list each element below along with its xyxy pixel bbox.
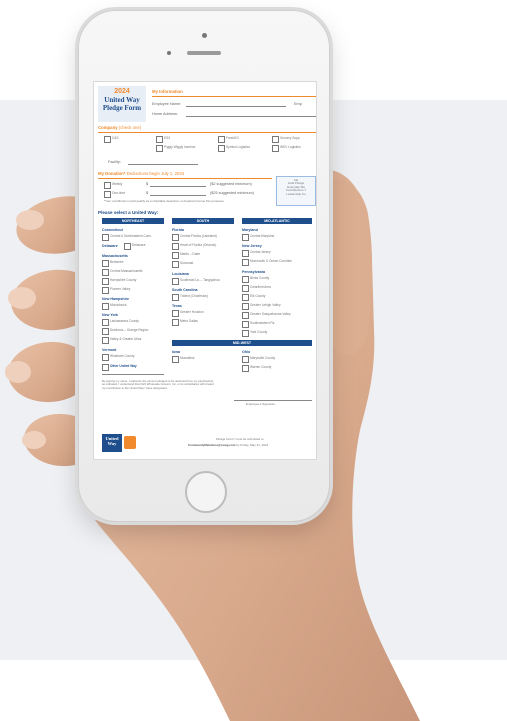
submit-email[interactable]: CommunityRelations@cswg.com (188, 443, 235, 447)
submit-instruction: Pledge forms* must be submitted to (216, 437, 264, 441)
region-massachusetts: Massachusetts (102, 254, 128, 258)
region-maryland: Maryland (242, 228, 258, 232)
donation-rule (98, 178, 272, 179)
company-heading: Company (check one) (98, 125, 142, 130)
select-united-way-heading: Please select a United Way: (98, 210, 159, 215)
weekly-amount: $ (146, 182, 149, 186)
column-midwest: MID-WEST (172, 340, 312, 346)
section-rule (152, 96, 316, 97)
region-iowa: Iowa (172, 350, 180, 354)
home-address-label: Home Address: (152, 112, 178, 116)
weekly-amount-field[interactable] (150, 186, 206, 187)
form-year: 2024 (114, 88, 130, 95)
employee-number-label: Emp (294, 102, 302, 106)
region-new-hampshire: New Hampshire (102, 297, 129, 301)
giving-levels-box: CE Gold Pledge Everyday Ma Contributions… (276, 176, 316, 206)
onetime-amount-field[interactable] (150, 195, 206, 196)
onetime-minimum: ($25 suggested minimum) (210, 191, 254, 195)
smartphone: 2024 United Way Pledge Form My Informati… (78, 10, 330, 522)
signature-label: Employee's Signature (246, 402, 276, 406)
form-title: United Way Pledge Form (102, 96, 142, 112)
my-information-heading: My Information (152, 89, 183, 94)
employee-name-field[interactable] (186, 106, 286, 107)
donation-heading: My Donation* Deductions begin July 1, 20… (98, 171, 185, 176)
signature-field[interactable] (234, 400, 312, 401)
front-camera-icon (202, 33, 207, 38)
column-south: SOUTH (172, 218, 234, 224)
donation-footnote: *Your contribution could qualify as a ch… (104, 200, 224, 203)
column-midatlantic: MID-ATLANTIC (242, 218, 312, 224)
united-way-hand-icon (124, 436, 136, 449)
region-new-york: New York (102, 313, 119, 317)
region-new-jersey: New Jersey (242, 244, 262, 248)
home-button[interactable] (185, 471, 227, 513)
column-northeast: NORTHEAST (102, 218, 164, 224)
united-way-logo: United Way (102, 434, 122, 452)
region-pennsylvania: Pennsylvania (242, 270, 265, 274)
submit-deadline: by Friday, May 31, 2024 (236, 443, 269, 447)
earpiece-speaker (187, 51, 221, 55)
sensor-dot (167, 51, 171, 55)
region-texas: Texas (172, 304, 182, 308)
region-ohio: Ohio (242, 350, 251, 354)
submit-email-line: CommunityRelations@cswg.com by Friday, M… (188, 443, 269, 447)
authorization-text: By signing my name, I authorize the amou… (102, 379, 214, 390)
facility-label: Facility: (108, 160, 121, 164)
other-united-way-field[interactable] (102, 374, 164, 375)
region-connecticut: Connecticut (102, 228, 123, 232)
region-vermont: Vermont (102, 348, 117, 352)
facility-field[interactable] (128, 164, 198, 165)
phone-screen: 2024 United Way Pledge Form My Informati… (93, 81, 317, 460)
region-florida: Florida (172, 228, 184, 232)
region-delaware: Delaware (102, 244, 118, 248)
weekly-minimum: ($2 suggested minimum) (210, 182, 252, 186)
employee-name-label: Employee Name: (152, 102, 182, 106)
region-south-carolina: South Carolina (172, 288, 198, 292)
home-address-field[interactable] (186, 116, 316, 117)
onetime-amount: $ (146, 191, 149, 195)
region-louisiana: Louisiana (172, 272, 189, 276)
company-rule (98, 132, 316, 133)
